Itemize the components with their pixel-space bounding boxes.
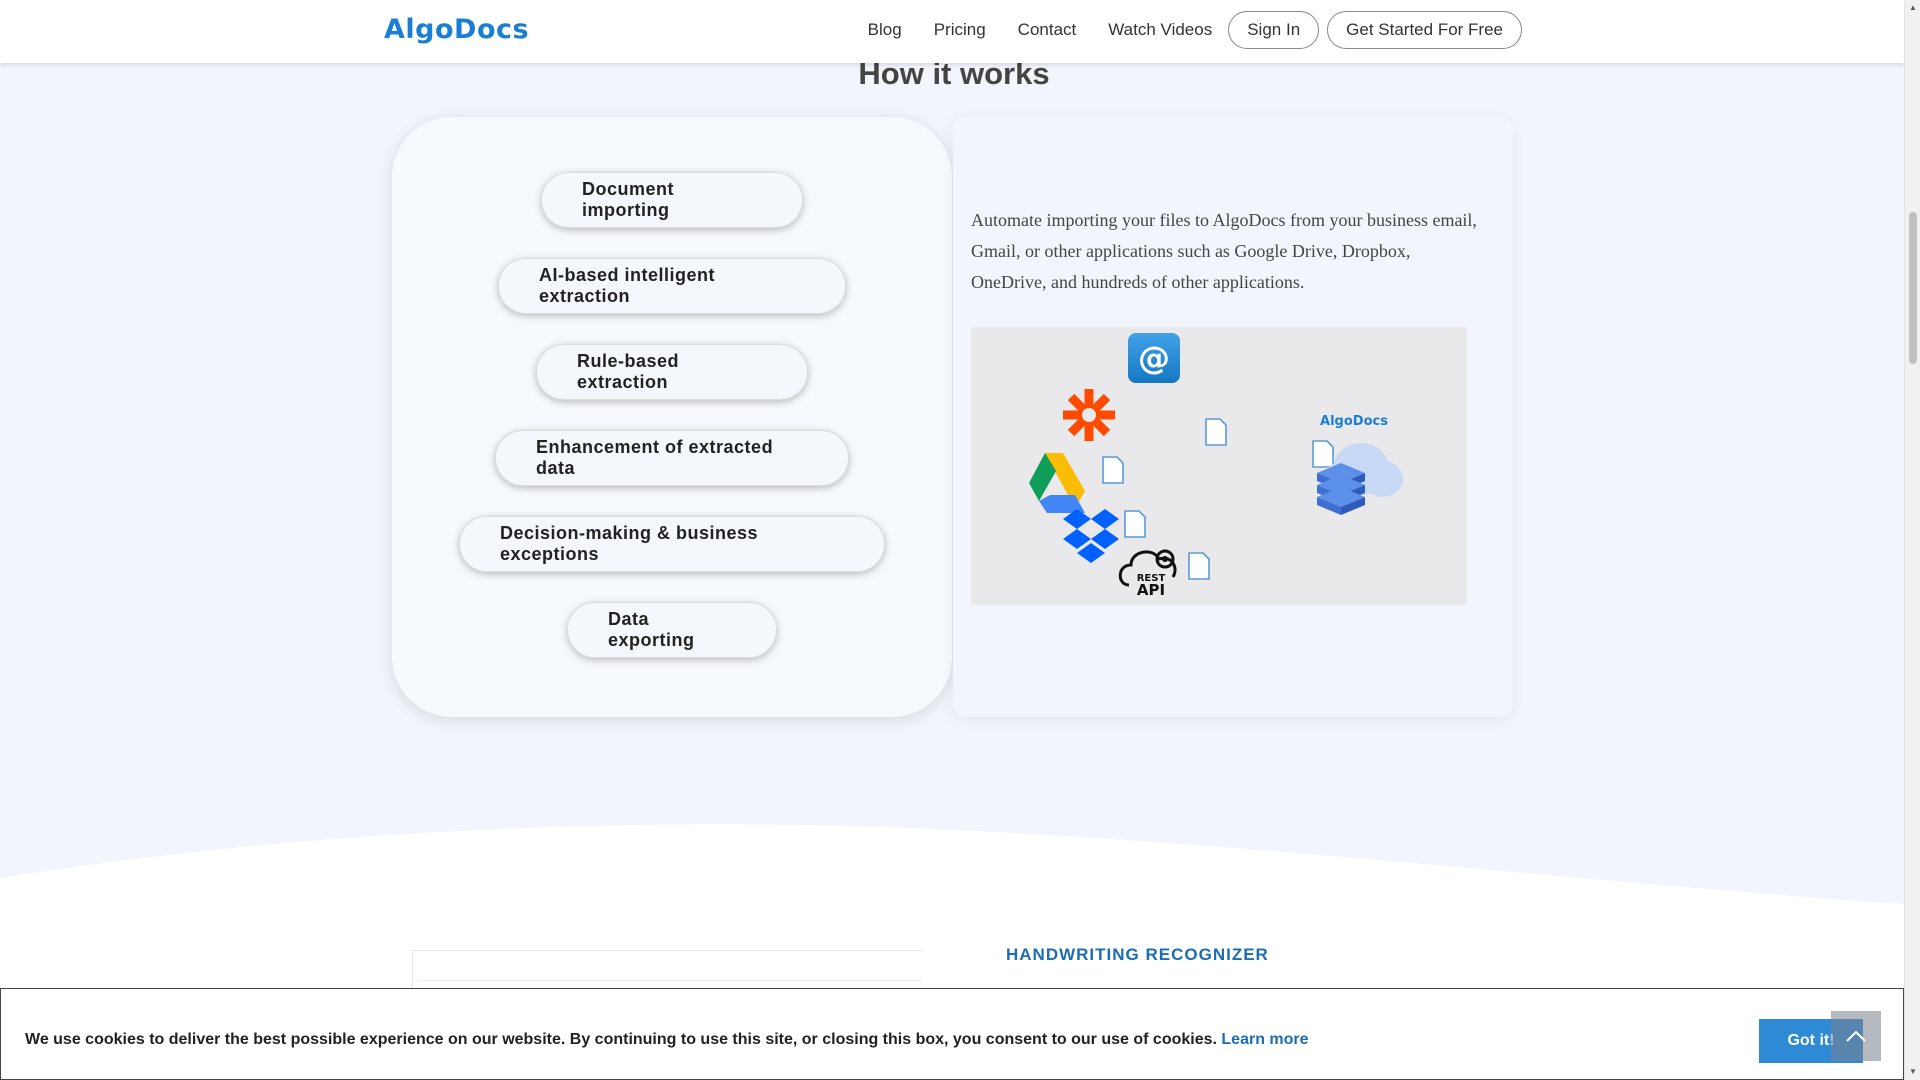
nav-link-blog[interactable]: Blog	[868, 20, 902, 40]
handwriting-preview-line	[418, 980, 922, 981]
step-data-exporting[interactable]: Data exporting	[567, 602, 777, 658]
rest-api-icon: REST API	[1118, 549, 1177, 599]
nav-link-contact[interactable]: Contact	[1018, 20, 1077, 40]
page-scrollbar[interactable]: ▲ ▼	[1904, 0, 1920, 1080]
scroll-to-top-button[interactable]	[1831, 1011, 1881, 1061]
get-started-button[interactable]: Get Started For Free	[1327, 11, 1522, 49]
zapier-icon	[1063, 389, 1115, 441]
svg-text:API: API	[1137, 581, 1165, 599]
cookie-learn-more-link[interactable]: Learn more	[1221, 1031, 1308, 1048]
step-rule-extraction[interactable]: Rule-based extraction	[536, 344, 808, 400]
cookie-text: We use cookies to deliver the best possi…	[25, 1031, 1309, 1049]
google-drive-icon	[1029, 453, 1085, 513]
import-illustration: @ REST API AlgoDocs	[971, 327, 1467, 605]
svg-text:AlgoDocs: AlgoDocs	[1320, 414, 1388, 429]
steps-list: Document importing AI-based intelligent …	[392, 172, 952, 688]
scroll-thumb[interactable]	[1909, 212, 1917, 364]
nav-link-watch-videos[interactable]: Watch Videos	[1108, 20, 1212, 40]
email-at-icon: @	[1128, 333, 1180, 383]
site-header: AlgoDocs Blog Pricing Contact Watch Vide…	[0, 0, 1904, 63]
sign-in-button[interactable]: Sign In	[1228, 11, 1320, 49]
step-decision-making[interactable]: Decision-making & business exceptions	[459, 516, 885, 572]
main-nav: Blog Pricing Contact Watch Videos Sign I…	[868, 11, 1522, 49]
scroll-down-arrow-icon[interactable]: ▼	[1905, 1064, 1920, 1080]
dropbox-icon	[1063, 509, 1119, 563]
scroll-to-top-icon	[1846, 1030, 1866, 1042]
logo[interactable]: AlgoDocs	[384, 14, 529, 45]
step-document-importing[interactable]: Document importing	[541, 172, 803, 228]
step-ai-extraction[interactable]: AI-based intelligent extraction	[498, 258, 846, 314]
step-detail-card: Automate importing your files to AlgoDoc…	[953, 117, 1513, 717]
handwriting-section-label: HANDWRITING RECOGNIZER	[1006, 945, 1269, 964]
cookie-message: We use cookies to deliver the best possi…	[25, 1031, 1217, 1048]
steps-card: Document importing AI-based intelligent …	[392, 117, 952, 717]
scroll-up-arrow-icon[interactable]: ▲	[1905, 0, 1920, 16]
step-description: Automate importing your files to AlgoDoc…	[971, 210, 1477, 292]
nav-link-pricing[interactable]: Pricing	[934, 20, 986, 40]
svg-text:@: @	[1138, 339, 1170, 377]
step-enhancement[interactable]: Enhancement of extracted data	[495, 430, 849, 486]
cookie-banner: We use cookies to deliver the best possi…	[0, 988, 1904, 1080]
